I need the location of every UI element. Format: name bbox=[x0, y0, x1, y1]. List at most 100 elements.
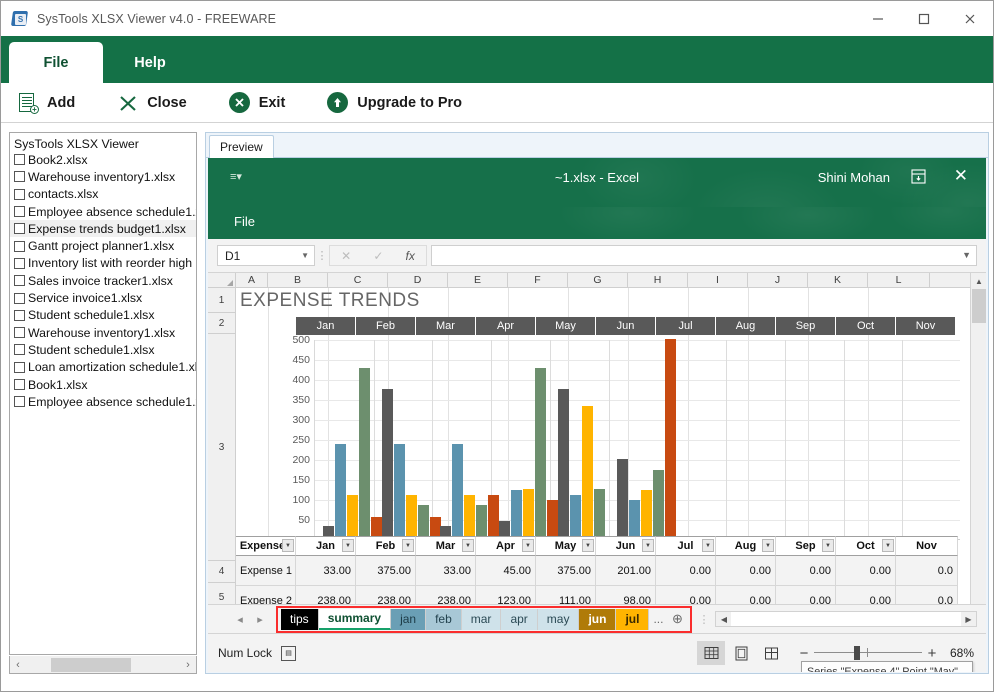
sheet-tab[interactable]: mar bbox=[462, 609, 502, 630]
sheet-tab[interactable]: summary bbox=[319, 609, 391, 630]
file-list-item[interactable]: Sales invoice tracker1.xlsx bbox=[10, 272, 196, 289]
file-list-item[interactable]: Loan amortization schedule1.xl bbox=[10, 359, 196, 376]
zoom-slider[interactable] bbox=[814, 646, 922, 660]
chart-bar[interactable] bbox=[570, 495, 581, 539]
table-column-header[interactable]: Mar▼ bbox=[416, 536, 476, 556]
select-all-corner[interactable] bbox=[208, 273, 236, 287]
maximize-button[interactable] bbox=[901, 1, 947, 36]
table-cell-value[interactable]: 0.0 bbox=[896, 556, 958, 586]
expense-trends-chart[interactable]: 50045040035030025020015010050 bbox=[266, 340, 960, 568]
hscroll-track[interactable] bbox=[731, 612, 961, 626]
page-break-icon[interactable] bbox=[757, 641, 785, 665]
confirm-entry-icon[interactable]: ✓ bbox=[373, 249, 383, 263]
table-column-header[interactable]: Apr▼ bbox=[476, 536, 536, 556]
add-sheet-button[interactable]: ⊕ bbox=[667, 611, 687, 627]
row-header[interactable]: 2 bbox=[208, 313, 236, 334]
upgrade-button[interactable]: Upgrade to Pro bbox=[317, 83, 472, 123]
filter-dropdown-icon[interactable]: ▼ bbox=[282, 539, 294, 552]
filter-dropdown-icon[interactable]: ▼ bbox=[342, 539, 354, 552]
cancel-entry-icon[interactable]: ✕ bbox=[341, 249, 351, 263]
row-header[interactable]: 3 bbox=[208, 334, 236, 561]
file-panel-scroll-thumb[interactable] bbox=[51, 658, 131, 672]
chart-bar[interactable] bbox=[547, 500, 558, 539]
sheet-tab[interactable]: ... bbox=[649, 609, 667, 630]
file-list-item[interactable]: Expense trends budget1.xlsx bbox=[10, 220, 196, 237]
table-column-header[interactable]: Oct▼ bbox=[836, 536, 896, 556]
file-checkbox[interactable] bbox=[14, 396, 25, 407]
table-cell-label[interactable]: Expense 1 bbox=[236, 556, 296, 586]
file-checkbox[interactable] bbox=[14, 344, 25, 355]
table-column-header[interactable]: Jun▼ bbox=[596, 536, 656, 556]
chart-bar[interactable] bbox=[359, 368, 370, 539]
zoom-percent-label[interactable]: 68% bbox=[940, 646, 974, 660]
grid-vscroll-thumb[interactable] bbox=[972, 289, 986, 323]
column-header[interactable]: A bbox=[236, 273, 268, 287]
file-checkbox[interactable] bbox=[14, 154, 25, 165]
scroll-up-icon[interactable]: ▲ bbox=[971, 273, 986, 289]
excel-close-icon[interactable]: ✕ bbox=[954, 166, 968, 186]
file-checkbox[interactable] bbox=[14, 189, 25, 200]
table-cell-value[interactable]: 375.00 bbox=[536, 556, 596, 586]
file-checkbox[interactable] bbox=[14, 275, 25, 286]
chart-bar[interactable] bbox=[347, 495, 358, 539]
sheet-horizontal-scrollbar[interactable]: ◀ ▶ bbox=[715, 611, 977, 627]
table-cell-value[interactable]: 0.00 bbox=[776, 556, 836, 586]
filter-dropdown-icon[interactable]: ▼ bbox=[462, 539, 474, 552]
file-panel-scroll-left-icon[interactable]: ‹ bbox=[10, 659, 26, 671]
table-cell-value[interactable]: 45.00 bbox=[476, 556, 536, 586]
filter-dropdown-icon[interactable]: ▼ bbox=[582, 539, 594, 552]
sheet-tab[interactable]: may bbox=[538, 609, 580, 630]
file-checkbox[interactable] bbox=[14, 310, 25, 321]
excel-user-name[interactable]: Shini Mohan bbox=[818, 170, 890, 185]
column-header[interactable]: J bbox=[748, 273, 808, 287]
table-column-header[interactable]: Expenses▼ bbox=[236, 536, 296, 556]
chart-bar[interactable] bbox=[523, 489, 534, 539]
file-checkbox[interactable] bbox=[14, 293, 25, 304]
table-cell-value[interactable]: 201.00 bbox=[596, 556, 656, 586]
sheet-next-icon[interactable]: ▸ bbox=[250, 613, 270, 626]
file-checkbox[interactable] bbox=[14, 241, 25, 252]
file-list-item[interactable]: Warehouse inventory1.xlsx bbox=[10, 324, 196, 341]
table-cell-value[interactable]: 0.00 bbox=[716, 556, 776, 586]
normal-view-icon[interactable] bbox=[697, 641, 725, 665]
minimize-button[interactable] bbox=[855, 1, 901, 36]
file-list-item[interactable]: Employee absence schedule1.x bbox=[10, 203, 196, 220]
table-cell-value[interactable]: 375.00 bbox=[356, 556, 416, 586]
chart-bar[interactable] bbox=[665, 339, 676, 539]
file-list-item[interactable]: Inventory list with reorder high bbox=[10, 255, 196, 272]
file-list-item[interactable]: Student schedule1.xlsx bbox=[10, 341, 196, 358]
chart-bar[interactable] bbox=[594, 489, 605, 539]
add-button[interactable]: + Add bbox=[7, 83, 85, 123]
chart-bar[interactable] bbox=[464, 495, 475, 539]
table-column-header[interactable]: Aug▼ bbox=[716, 536, 776, 556]
formula-expand-chevron-icon[interactable]: ▼ bbox=[962, 250, 971, 260]
chart-bar[interactable] bbox=[582, 406, 593, 539]
insert-function-icon[interactable]: fx bbox=[406, 249, 415, 263]
column-header[interactable]: D bbox=[388, 273, 448, 287]
chart-bar[interactable] bbox=[452, 444, 463, 539]
chart-bar[interactable] bbox=[406, 495, 417, 539]
table-column-header[interactable]: May▼ bbox=[536, 536, 596, 556]
column-header[interactable]: G bbox=[568, 273, 628, 287]
file-list-item[interactable]: Book2.xlsx bbox=[10, 151, 196, 168]
filter-dropdown-icon[interactable]: ▼ bbox=[882, 539, 894, 552]
column-header[interactable]: B bbox=[268, 273, 328, 287]
ribbon-display-options-icon[interactable] bbox=[911, 169, 926, 189]
chart-bar[interactable] bbox=[629, 500, 640, 539]
file-checkbox[interactable] bbox=[14, 223, 25, 234]
row-header[interactable]: 1 bbox=[208, 288, 236, 313]
page-layout-icon[interactable] bbox=[727, 641, 755, 665]
file-list-item[interactable]: Book1.xlsx bbox=[10, 376, 196, 393]
ribbon-tab-help[interactable]: Help bbox=[103, 42, 197, 83]
table-column-header[interactable]: Nov bbox=[896, 536, 958, 556]
file-list-item[interactable]: contacts.xlsx bbox=[10, 186, 196, 203]
filter-dropdown-icon[interactable]: ▼ bbox=[522, 539, 534, 552]
close-button[interactable] bbox=[947, 1, 993, 36]
sheet-tab[interactable]: jan bbox=[391, 609, 426, 630]
column-header[interactable]: F bbox=[508, 273, 568, 287]
row-header[interactable]: 4 bbox=[208, 561, 236, 583]
table-column-header[interactable]: Feb▼ bbox=[356, 536, 416, 556]
filter-dropdown-icon[interactable]: ▼ bbox=[762, 539, 774, 552]
filter-dropdown-icon[interactable]: ▼ bbox=[822, 539, 834, 552]
exit-button[interactable]: Exit bbox=[219, 83, 296, 123]
